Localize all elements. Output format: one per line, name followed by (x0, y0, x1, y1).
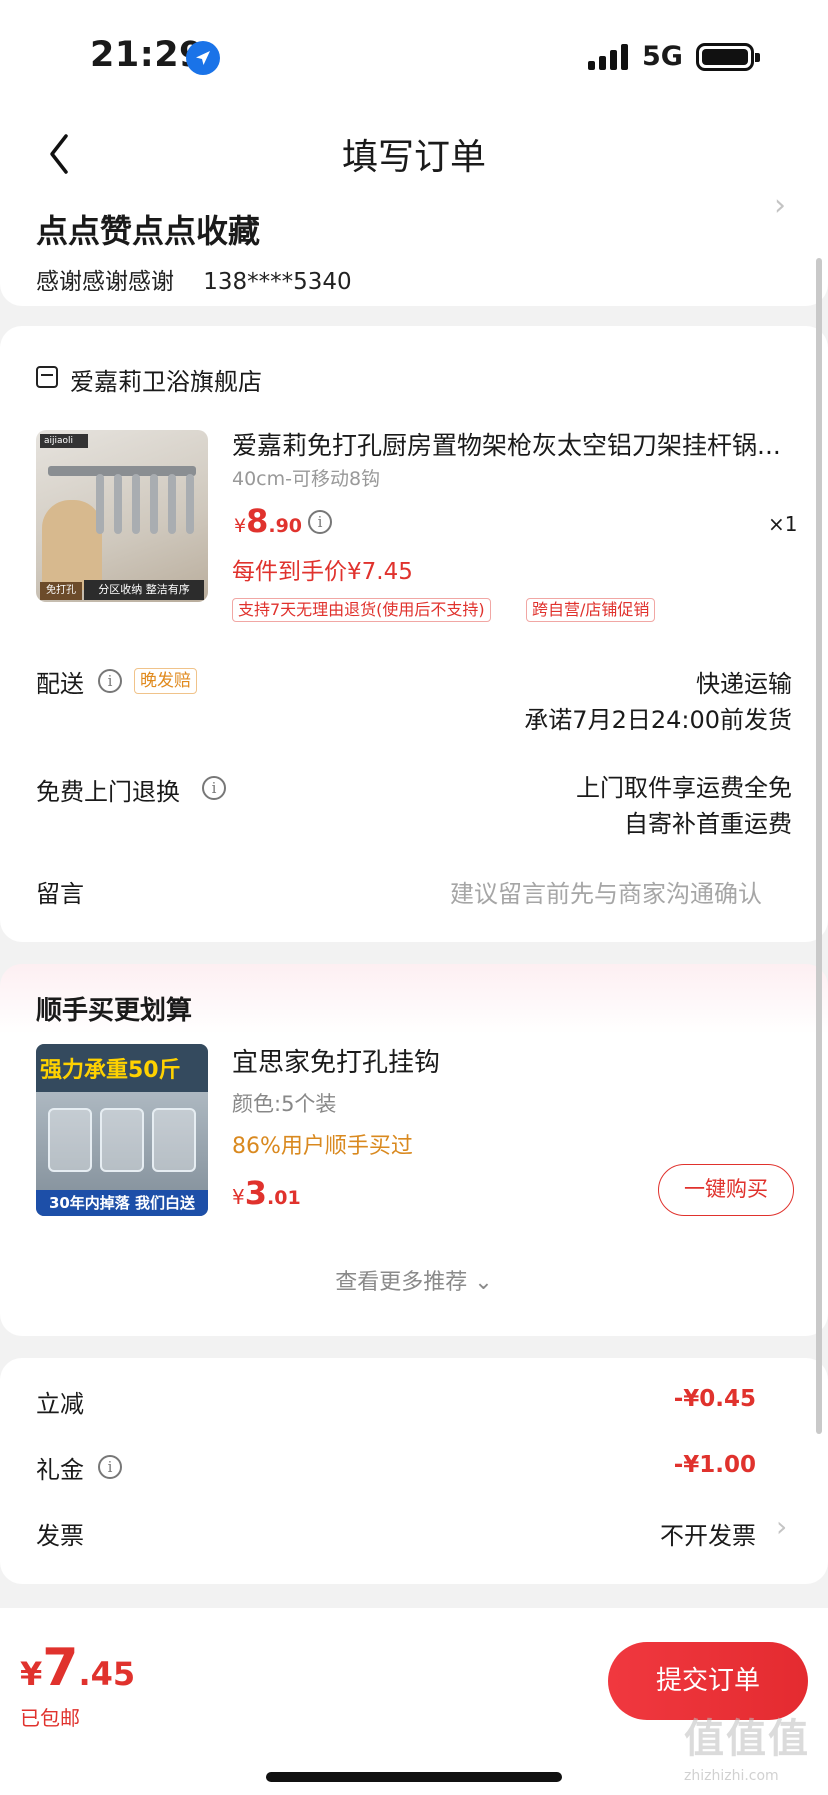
late-compensation-tag: 晚发赔 (134, 668, 197, 694)
scrollbar[interactable] (816, 258, 822, 1434)
home-indicator[interactable] (266, 1772, 562, 1782)
recipient-phone: 138****5340 (203, 269, 352, 295)
recommend-percent: 86%用户顺手买过 (232, 1134, 413, 1159)
address-card[interactable]: 点点赞点点收藏 感谢感谢感谢 138****5340 › (0, 188, 828, 306)
chevron-right-icon: › (774, 188, 786, 223)
gift-label: 礼金 (36, 1456, 84, 1484)
info-icon[interactable]: i (202, 776, 226, 800)
info-icon[interactable]: i (98, 669, 122, 693)
address-name: 点点赞点点收藏 (36, 212, 261, 250)
page-title: 填写订单 (341, 137, 486, 178)
watermark-url: zhizhizhi.com (684, 1768, 779, 1784)
status-bar: 21:29 5G (0, 0, 828, 110)
free-return-label: 免费上门退换 (36, 778, 180, 806)
invoice-value[interactable]: 不开发票 (660, 1516, 756, 1551)
product-quantity: ×1 (768, 512, 798, 536)
message-label: 留言 (36, 880, 84, 908)
recommend-title: 顺手买更划算 (36, 996, 193, 1026)
chevron-right-icon: › (776, 1510, 788, 1543)
promo-tag: 跨自营/店铺促销 (526, 598, 656, 622)
battery-icon (696, 43, 760, 71)
discount-label: 立减 (36, 1390, 84, 1418)
location-arrow-icon (186, 41, 220, 75)
message-input[interactable]: 建议留言前先与商家沟通确认 (450, 874, 762, 909)
recommend-product-name[interactable]: 宜思家免打孔挂钩 (232, 1042, 440, 1079)
store-name[interactable]: 爱嘉莉卫浴旗舰店 (70, 362, 262, 397)
shipping-status: 已包邮 (20, 1706, 80, 1730)
see-more-button[interactable]: 查看更多推荐 ⌄ (0, 1264, 828, 1296)
return-line-2: 自寄补首重运费 (624, 810, 792, 838)
discount-value: -¥0.45 (673, 1386, 756, 1412)
recommend-product-image[interactable]: 强力承重50斤 30年内掉落 我们白送 (36, 1044, 208, 1216)
one-click-buy-button[interactable]: 一键购买 (658, 1164, 794, 1216)
info-icon[interactable]: i (308, 510, 332, 534)
recommend-product-spec: 颜色:5个装 (232, 1092, 337, 1116)
product-image[interactable]: aijiaoli 免打孔 掉落包赔 分区收纳 整洁有序 (36, 430, 208, 602)
delivery-promise: 承诺7月2日24:00前发货 (524, 706, 792, 734)
product-spec[interactable]: 40cm-可移动8钩 (232, 464, 380, 491)
watermark: 值值值 (684, 1716, 810, 1762)
nav-bar: 填写订单 (0, 110, 828, 202)
store-icon (36, 366, 58, 388)
info-icon[interactable]: i (98, 1455, 122, 1479)
recommend-price: ¥3.01 (232, 1174, 301, 1212)
store-card: 爱嘉莉卫浴旗舰店 aijiaoli 免打孔 掉落包赔 分区收纳 整洁有序 爱嘉莉… (0, 326, 828, 942)
product-title[interactable]: 爱嘉莉免打孔厨房置物架枪灰太空铝刀架挂杆锅... (232, 426, 792, 462)
delivery-label: 配送 (36, 670, 84, 698)
product-price: ¥8.90 (234, 502, 303, 540)
summary-card: 立减 -¥0.45 礼金 i -¥1.00 发票 不开发票 › (0, 1358, 828, 1584)
address-contact: 感谢感谢感谢 138****5340 (36, 262, 352, 296)
return-line-1: 上门取件享运费全免 (576, 774, 792, 802)
signal-icon (588, 44, 632, 74)
recommend-card: 顺手买更划算 强力承重50斤 30年内掉落 我们白送 宜思家免打孔挂钩 颜色:5… (0, 964, 828, 1336)
recipient-name: 感谢感谢感谢 (36, 269, 174, 295)
return-policy-tag: 支持7天无理由退货(使用后不支持) (232, 598, 491, 622)
network-type: 5G (642, 41, 683, 72)
total-price: ¥7.45 (20, 1638, 136, 1698)
invoice-label: 发票 (36, 1522, 84, 1550)
bottom-bar: ¥7.45 已包邮 提交订单 (0, 1608, 828, 1795)
gift-value: -¥1.00 (673, 1452, 756, 1478)
delivery-method: 快递运输 (696, 670, 792, 698)
per-unit-price: 每件到手价¥7.45 (232, 559, 413, 585)
